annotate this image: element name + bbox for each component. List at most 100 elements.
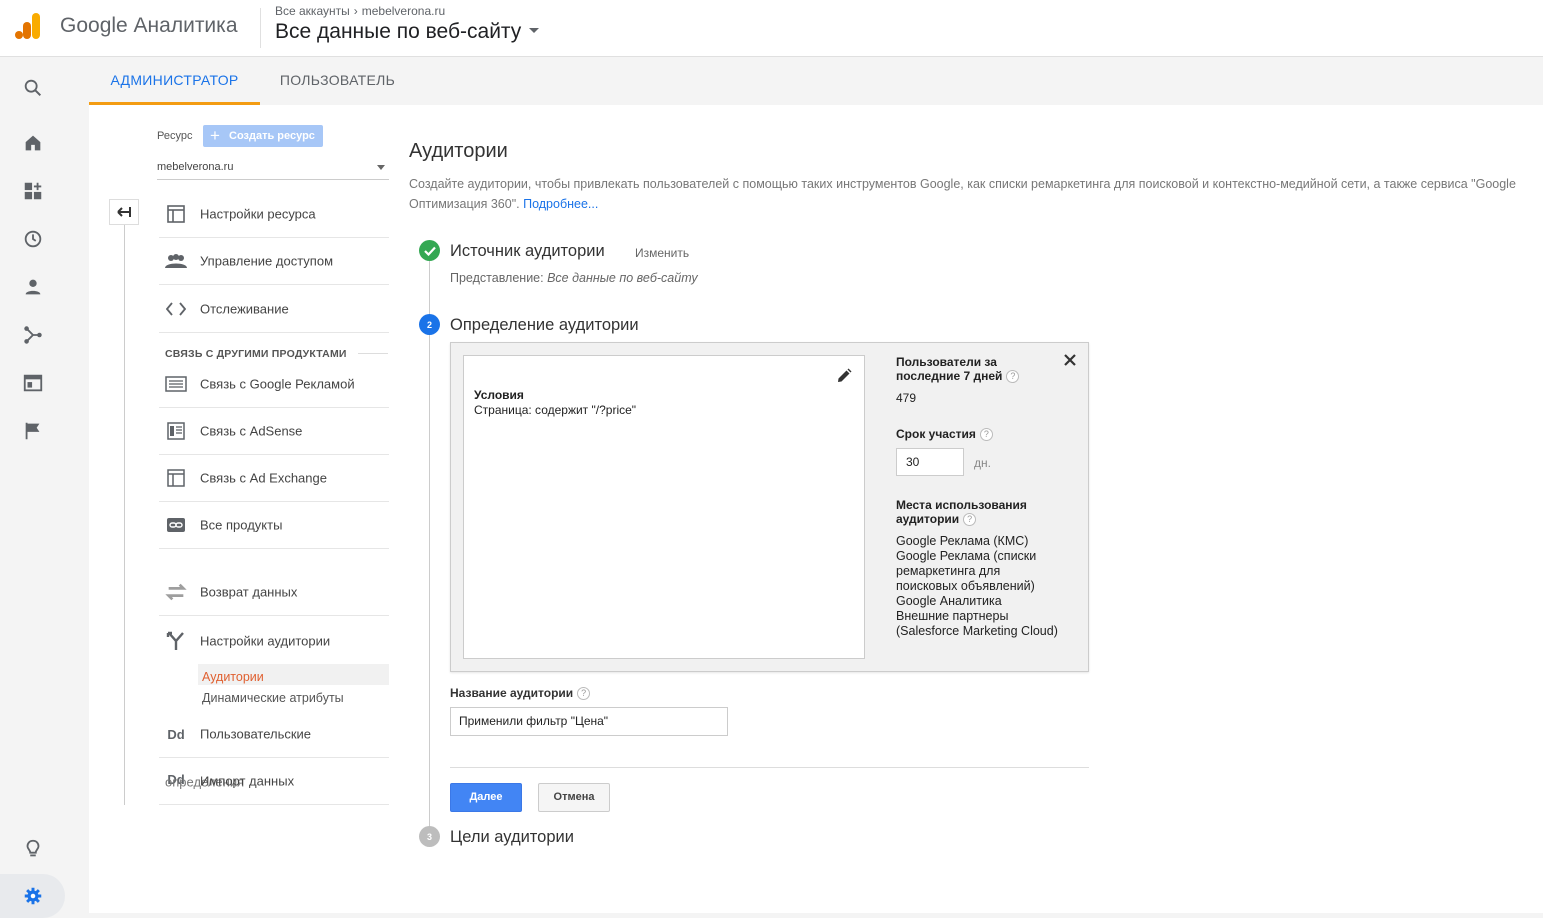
help-icon[interactable]: ? — [1006, 370, 1020, 384]
nav-customization[interactable] — [0, 169, 65, 213]
sub-item-audiences[interactable]: Аудитории — [202, 670, 264, 684]
next-button[interactable]: Далее — [450, 783, 522, 812]
step-audience-source: Источник аудитории — [450, 242, 605, 260]
step-connector — [429, 334, 430, 830]
destinations-title: Места использования аудитории? — [896, 498, 1046, 527]
admin-item-ad-exchange-link[interactable]: Связь с Ad Exchange — [159, 455, 389, 502]
membership-duration-input[interactable]: 30 — [896, 448, 964, 476]
admin-item-tracking[interactable]: Отслеживание — [159, 286, 389, 333]
audience-name-label-text: Название аудитории — [450, 686, 574, 700]
audience-name-label: Название аудитории? — [450, 686, 591, 701]
admin-item-data-return[interactable]: Возврат данных — [159, 569, 389, 616]
admin-item-label: Управление доступом — [200, 253, 334, 269]
view-label: Представление: — [450, 271, 544, 285]
cancel-button[interactable]: Отмена — [538, 783, 610, 812]
nav-audience[interactable] — [0, 265, 65, 309]
create-resource-button[interactable]: + Создать ресурс — [203, 125, 323, 147]
people-icon — [165, 250, 187, 272]
duration-title-text: Срок участия — [896, 427, 976, 441]
step-number-2: 2 — [419, 314, 440, 335]
view-value: Все данные по веб-сайту — [547, 271, 698, 285]
nav-acquisition[interactable] — [0, 313, 65, 357]
conditions-value: Страница: содержит "/?price" — [474, 403, 637, 417]
help-icon[interactable]: ? — [979, 428, 993, 442]
view-title: Все данные по веб-сайту — [275, 20, 522, 43]
link-icon — [165, 514, 187, 536]
nav-discover[interactable] — [0, 827, 65, 871]
breadcrumb-root[interactable]: Все аккаунты — [275, 4, 350, 18]
conditions-title: Условия — [474, 388, 524, 402]
nav-conversions[interactable] — [0, 409, 65, 453]
tab-user[interactable]: ПОЛЬЗОВАТЕЛЬ — [260, 57, 415, 105]
destination-line: Google Реклама (КМС) — [896, 534, 1029, 548]
admin-item-property-settings[interactable]: Настройки ресурса — [159, 191, 389, 238]
admin-item-audience-settings[interactable]: Настройки аудитории — [159, 617, 389, 664]
ad-exchange-icon — [165, 467, 187, 489]
search-icon — [24, 79, 41, 97]
property-select[interactable]: mebelverona.ru — [157, 158, 389, 180]
customization-icon — [24, 182, 41, 200]
admin-item-adsense-link[interactable]: Связь с AdSense — [159, 408, 389, 455]
step-audience-goals: Цели аудитории — [450, 828, 574, 846]
tab-admin[interactable]: АДМИНИСТРАТОР — [89, 57, 260, 105]
view-selector[interactable]: Все данные по веб-сайту — [275, 20, 540, 44]
pencil-icon[interactable] — [836, 368, 852, 384]
destination-line: Google Аналитика — [896, 594, 1002, 608]
admin-column-line — [124, 225, 125, 805]
dropdown-arrow-icon — [377, 165, 385, 170]
destination-line: (Salesforce Marketing Cloud) — [896, 624, 1058, 638]
swap-arrows-icon — [165, 581, 187, 603]
step-connector — [429, 260, 430, 318]
home-icon — [25, 135, 40, 151]
admin-item-label: Возврат данных — [200, 584, 298, 600]
check-icon — [419, 240, 440, 261]
admin-item-data-import[interactable]: Dd определения Импорт данных — [159, 758, 389, 805]
conversions-icon — [25, 422, 39, 440]
admin-item-custom-definitions[interactable]: Dd Пользовательские — [159, 711, 389, 758]
gear-icon — [24, 887, 41, 905]
back-button[interactable] — [109, 199, 139, 225]
learn-more-link[interactable]: Подробнее... — [523, 197, 598, 211]
nav-realtime[interactable] — [0, 217, 65, 261]
nav-behavior[interactable] — [0, 361, 65, 405]
destinations-title-text: Места использования аудитории — [896, 498, 1027, 526]
admin-item-access[interactable]: Управление доступом — [159, 238, 389, 285]
users-7days-value: 479 — [896, 391, 917, 405]
resource-label: Ресурс — [157, 130, 193, 142]
change-source-link[interactable]: Изменить — [635, 246, 689, 260]
breadcrumb-account[interactable]: mebelverona.ru — [362, 4, 445, 18]
admin-item-label: Все продукты — [200, 517, 283, 533]
help-icon[interactable]: ? — [963, 513, 977, 527]
create-resource-label: Создать ресурс — [229, 130, 315, 142]
ga-admin-page: Google Аналитика Все аккаунты › mebelveron… — [0, 0, 1543, 918]
analytics-logo-icon[interactable] — [14, 12, 42, 40]
page-title: Аудитории — [409, 140, 508, 162]
admin-item-google-ads-link[interactable]: Связь с Google Рекламой — [159, 361, 389, 408]
breadcrumb-chevron-icon: › — [353, 4, 358, 18]
help-icon[interactable]: ? — [577, 687, 591, 701]
behavior-icon — [23, 374, 42, 392]
adsense-icon — [165, 420, 187, 442]
lightbulb-icon — [26, 839, 39, 857]
section-title-product-links: СВЯЗЬ С ДРУГИМИ ПРОДУКТАМИ — [165, 348, 347, 360]
audience-icon — [25, 279, 40, 295]
nav-home[interactable] — [0, 121, 65, 165]
audience-name-input[interactable]: Применили фильтр "Цена" — [450, 707, 728, 736]
sub-item-dynamic-attributes[interactable]: Динамические атрибуты — [202, 691, 344, 705]
destination-line: Внешние партнеры — [896, 609, 1009, 623]
admin-tabs: АДМИНИСТРАТОР ПОЛЬЗОВАТЕЛЬ — [89, 57, 1543, 105]
close-icon[interactable] — [1063, 353, 1077, 367]
destination-line: поисковых объявлений) — [896, 579, 1035, 593]
admin-item-label: Связь с AdSense — [200, 423, 303, 439]
admin-item-all-products[interactable]: Все продукты — [159, 502, 389, 549]
nav-search[interactable] — [0, 66, 65, 110]
admin-item-label: Настройки аудитории — [200, 633, 331, 648]
realtime-icon — [24, 230, 41, 248]
page-description: Создайте аудитории, чтобы привлекать пол… — [409, 174, 1539, 214]
source-view: Представление: Все данные по веб-сайту — [450, 271, 698, 285]
nav-admin[interactable] — [0, 874, 65, 918]
breadcrumb[interactable]: Все аккаунты › mebelverona.ru — [275, 4, 445, 18]
destination-line: ремаркетинга для — [896, 564, 1001, 578]
destinations-list: Google Реклама (КМС) Google Реклама (спи… — [896, 534, 1058, 639]
users-title-text: Пользователи за последние 7 дней — [896, 355, 1003, 383]
